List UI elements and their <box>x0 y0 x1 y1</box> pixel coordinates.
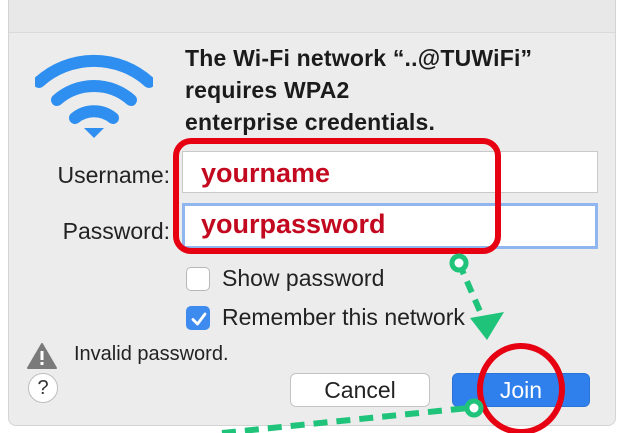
wifi-icon <box>35 54 153 138</box>
remember-network-label[interactable]: Remember this network <box>222 304 465 331</box>
remember-network-checkbox[interactable] <box>186 306 210 330</box>
help-button[interactable]: ? <box>28 373 58 403</box>
title-line: The Wi-Fi network “..@TUWiFi” <box>185 45 533 71</box>
help-icon: ? <box>37 377 49 399</box>
checkmark-icon <box>191 312 207 326</box>
warning-message: Invalid password. <box>74 343 229 365</box>
show-password-label[interactable]: Show password <box>222 265 384 292</box>
cancel-button[interactable]: Cancel <box>290 373 430 407</box>
dialog-title: The Wi-Fi network “..@TUWiFi” requires W… <box>185 42 615 138</box>
title-bar <box>9 0 615 33</box>
password-label: Password: <box>62 218 170 244</box>
show-password-checkbox[interactable] <box>186 267 210 291</box>
username-label: Username: <box>57 162 170 188</box>
warning-icon <box>27 343 57 369</box>
title-line: requires WPA2 <box>185 77 350 103</box>
credentials-highlight-box <box>173 138 501 254</box>
join-button[interactable]: Join <box>452 373 590 407</box>
title-line: enterprise credentials. <box>185 109 436 135</box>
